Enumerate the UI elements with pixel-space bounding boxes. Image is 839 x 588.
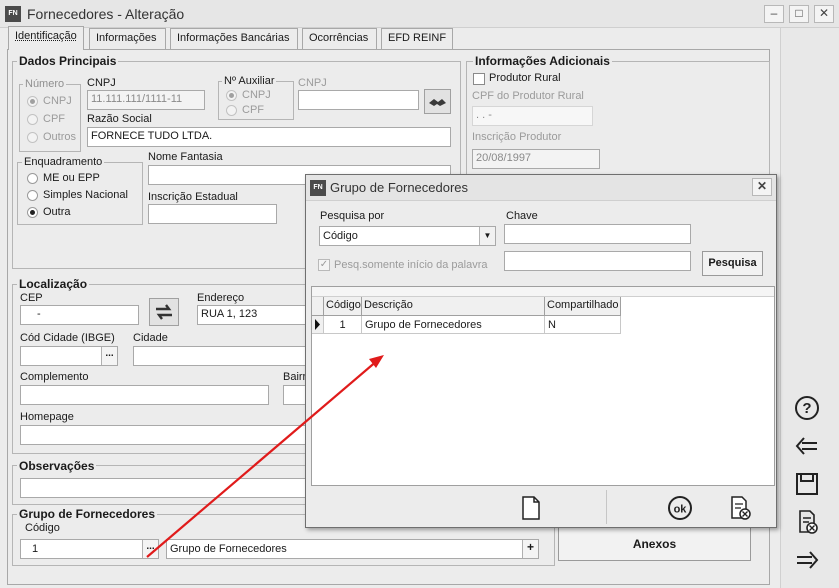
annotation-arrow-line xyxy=(146,359,379,558)
annotation-arrow xyxy=(146,355,384,558)
